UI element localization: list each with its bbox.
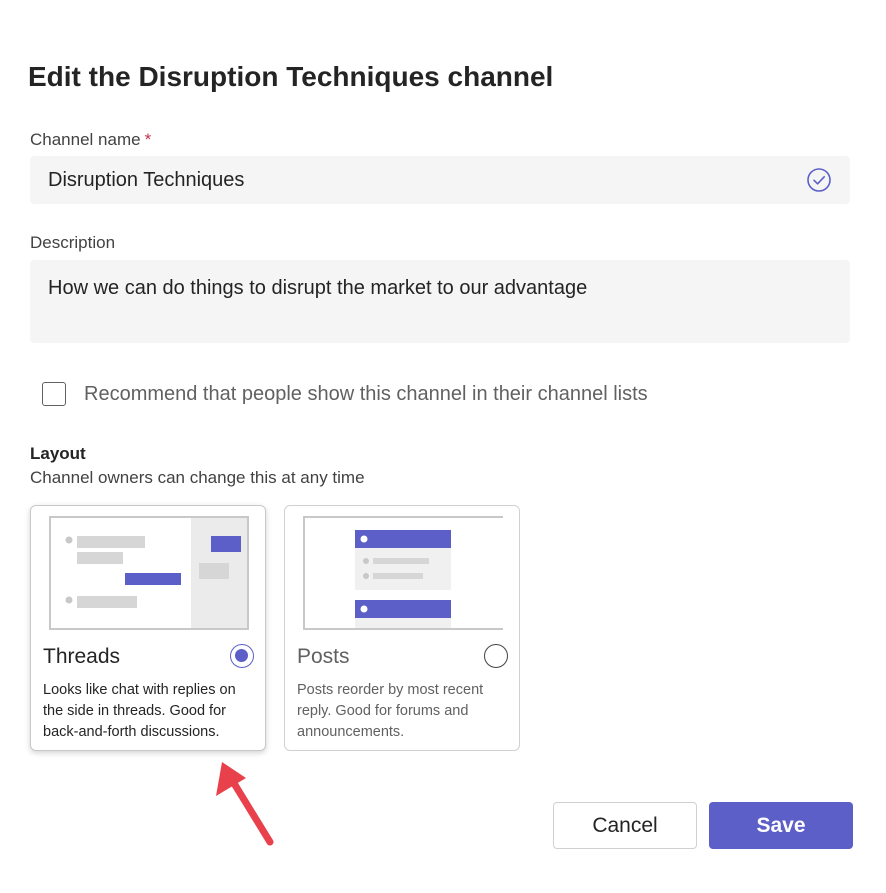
layout-heading: Layout [30,444,86,463]
layout-subheading: Channel owners can change this at any ti… [30,468,365,487]
recommend-row[interactable]: Recommend that people show this channel … [42,382,648,406]
dialog-title: Edit the Disruption Techniques channel [28,57,553,97]
posts-option-name: Posts [297,645,350,668]
description-input[interactable]: How we can do things to disrupt the mark… [48,274,832,328]
layout-option-posts[interactable]: Posts Posts reorder by most recent reply… [284,505,520,751]
channel-name-input[interactable] [48,165,806,195]
layout-option-threads[interactable]: Threads Looks like chat with replies on … [30,505,266,751]
threads-preview-illustration [49,516,249,630]
annotation-arrow-icon [216,762,274,846]
check-circle-icon [807,168,831,192]
posts-preview-illustration [303,516,503,630]
recommend-checkbox[interactable] [42,382,66,406]
threads-radio[interactable] [230,644,254,668]
posts-option-description: Posts reorder by most recent reply. Good… [297,682,484,740]
recommend-label[interactable]: Recommend that people show this channel … [84,383,648,406]
title-prefix: Edit the [28,60,131,92]
description-field[interactable]: How we can do things to disrupt the mark… [30,260,850,343]
required-marker: * [144,130,152,149]
cancel-button[interactable]: Cancel [553,802,697,849]
channel-name-label-text: Channel name [30,130,141,149]
description-label: Description [30,233,116,252]
title-channel-name: Disruption Techniques [138,60,440,92]
title-suffix: channel [447,60,554,92]
save-button[interactable]: Save [709,802,853,849]
posts-radio[interactable] [484,644,508,668]
channel-name-field[interactable] [30,156,850,204]
threads-option-description: Looks like chat with replies on the side… [43,682,236,740]
threads-option-name: Threads [43,645,121,668]
channel-name-label: Channel name * [30,130,151,150]
